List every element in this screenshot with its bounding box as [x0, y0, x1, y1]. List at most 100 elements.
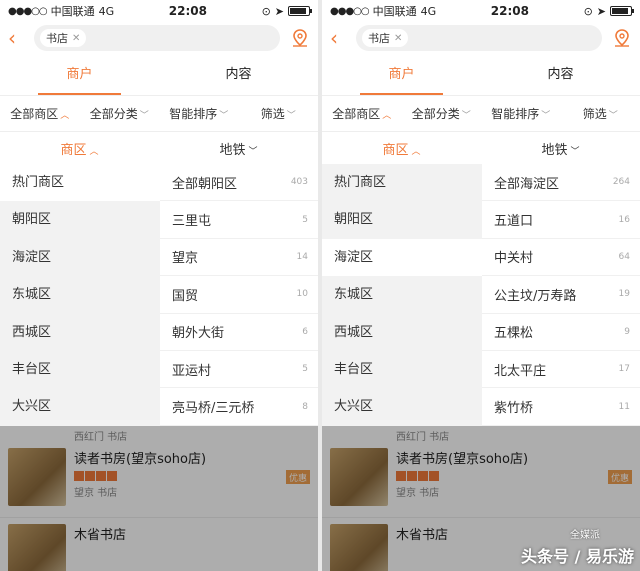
subarea-count: 403	[290, 177, 308, 188]
subarea-name: 北太平庄	[494, 363, 547, 379]
district-item[interactable]: 西城区	[0, 314, 160, 351]
subarea-item[interactable]: 国贸 10	[160, 276, 318, 314]
subarea-name: 全部朝阳区	[172, 176, 238, 192]
map-pin-icon[interactable]	[290, 28, 310, 48]
subarea-name: 紫竹桥	[494, 401, 534, 417]
subarea-item[interactable]: 全部朝阳区 403	[160, 164, 318, 202]
subarea-count: 5	[302, 364, 308, 375]
district-item[interactable]: 热门商区	[0, 164, 160, 202]
clear-icon[interactable]: ✕	[394, 33, 402, 44]
district-item[interactable]: 朝阳区	[0, 201, 160, 238]
subarea-item[interactable]: 北太平庄 17	[482, 351, 640, 389]
subarea-count: 6	[302, 326, 308, 337]
search-input[interactable]: 书店 ✕	[356, 25, 602, 51]
filter-category-label: 全部分类	[411, 107, 460, 121]
chevron-up-icon: ︿	[89, 146, 99, 157]
tab-content[interactable]: 内容	[481, 58, 640, 95]
map-pin-icon[interactable]	[612, 28, 632, 48]
tab-content[interactable]: 内容	[159, 58, 318, 95]
network: 4G	[98, 4, 115, 18]
chevron-down-icon: ﹀	[139, 111, 149, 121]
district-item[interactable]: 海淀区	[0, 239, 160, 276]
subtab-subway-label: 地铁	[541, 142, 568, 158]
subarea-item[interactable]: 五道口 16	[482, 201, 640, 239]
subarea-item[interactable]: 五棵松 9	[482, 314, 640, 351]
subtab-subway[interactable]: 地铁 ﹀	[159, 139, 318, 158]
subarea-item[interactable]: 望京 14	[160, 239, 318, 277]
filter-category[interactable]: 全部分类 ﹀	[402, 105, 482, 122]
filter-screen[interactable]: 筛选 ﹀	[561, 105, 640, 122]
subtab-district[interactable]: 商区 ︿	[322, 139, 481, 158]
search-keyword-chip[interactable]: 书店 ✕	[362, 29, 409, 47]
battery-icon	[288, 6, 312, 16]
subarea-name: 公主坟/万寿路	[494, 288, 577, 304]
filter-category-label: 全部分类	[89, 107, 138, 121]
tab-merchants[interactable]: 商户	[0, 58, 159, 95]
filter-sort-label: 智能排序	[491, 107, 540, 121]
dim-overlay[interactable]	[0, 426, 318, 571]
district-item[interactable]: 丰台区	[0, 351, 160, 388]
area-dropdown: 热门商区 朝阳区 海淀区 东城区 西城区 丰台区 大兴区 全部朝阳区 403 三里屯 5 望京 14 国…	[0, 164, 318, 426]
district-item[interactable]: 热门商区	[322, 164, 482, 201]
filter-sort[interactable]: 智能排序 ﹀	[481, 105, 561, 122]
subarea-name: 国贸	[172, 288, 199, 304]
subtab-subway[interactable]: 地铁 ﹀	[481, 139, 640, 158]
area-subtabs: 商区 ︿ 地铁 ﹀	[0, 132, 318, 164]
chevron-up-icon: ︿	[411, 146, 421, 157]
subarea-item[interactable]: 公主坟/万寿路 19	[482, 276, 640, 314]
filter-screen-label: 筛选	[582, 107, 607, 121]
subtab-subway-label: 地铁	[219, 142, 246, 158]
filter-area-label: 全部商区	[10, 107, 59, 121]
district-item[interactable]: 丰台区	[322, 351, 482, 388]
subarea-count: 16	[618, 214, 630, 225]
subarea-name: 三里屯	[172, 214, 212, 230]
phone-screen-2: ●●●○○ 中国联通 4G 22:08 ⊙ ➤ ‹ 书店 ✕ 商户 内容 全部商…	[322, 0, 640, 571]
search-keyword-chip[interactable]: 书店 ✕	[40, 29, 87, 47]
subarea-name: 五道口	[494, 214, 534, 230]
back-arrow-icon[interactable]: ‹	[330, 28, 346, 48]
filter-area[interactable]: 全部商区 ︿	[0, 105, 80, 122]
district-item[interactable]: 朝阳区	[322, 201, 482, 238]
chevron-down-icon: ﹀	[570, 146, 580, 157]
subtab-district[interactable]: 商区 ︿	[0, 139, 159, 158]
district-item[interactable]: 大兴区	[322, 388, 482, 425]
subarea-item[interactable]: 紫竹桥 11	[482, 388, 640, 426]
filter-category[interactable]: 全部分类 ﹀	[80, 105, 160, 122]
clear-icon[interactable]: ✕	[72, 33, 80, 44]
subtab-district-label: 商区	[60, 142, 87, 158]
filter-sort[interactable]: 智能排序 ﹀	[159, 105, 239, 122]
district-item[interactable]: 海淀区	[322, 238, 482, 277]
subarea-item[interactable]: 三里屯 5	[160, 201, 318, 239]
filter-screen[interactable]: 筛选 ﹀	[239, 105, 319, 122]
district-item[interactable]: 西城区	[322, 314, 482, 351]
carrier: 中国联通	[50, 5, 95, 18]
subarea-item[interactable]: 亮马桥/三元桥 8	[160, 388, 318, 426]
subarea-count: 19	[618, 289, 630, 300]
search-input[interactable]: 书店 ✕	[34, 25, 280, 51]
subarea-list: 全部海淀区 264 五道口 16 中关村 64 公主坟/万寿路 19 五棵松 9 北太平庄 17 紫竹桥…	[482, 164, 640, 426]
filter-area[interactable]: 全部商区 ︿	[322, 105, 402, 122]
status-bar: ●●●○○ 中国联通 4G 22:08 ⊙ ➤	[322, 0, 640, 22]
search-header: ‹ 书店 ✕	[322, 22, 640, 54]
district-item[interactable]: 东城区	[0, 276, 160, 313]
subarea-name: 亚运村	[172, 363, 212, 379]
location-arrow-icon: ➤	[274, 4, 284, 18]
subarea-name: 五棵松	[494, 326, 534, 342]
subarea-count: 17	[618, 364, 630, 375]
lock-rotation-icon: ⊙	[583, 4, 593, 18]
subarea-item[interactable]: 朝外大街 6	[160, 314, 318, 351]
subarea-count: 9	[624, 326, 630, 337]
district-item[interactable]: 大兴区	[0, 388, 160, 425]
subarea-count: 264	[612, 177, 630, 188]
district-item[interactable]: 东城区	[322, 276, 482, 313]
tab-merchants[interactable]: 商户	[322, 58, 481, 95]
carrier: 中国联通	[372, 5, 417, 18]
chevron-down-icon: ﹀	[608, 111, 618, 121]
subarea-item[interactable]: 亚运村 5	[160, 351, 318, 389]
subarea-item[interactable]: 中关村 64	[482, 239, 640, 277]
back-arrow-icon[interactable]: ‹	[8, 28, 24, 48]
subarea-count: 8	[302, 401, 308, 412]
content-tabs: 商户 内容	[0, 58, 318, 96]
subarea-item[interactable]: 全部海淀区 264	[482, 164, 640, 202]
filter-bar: 全部商区 ︿ 全部分类 ﹀ 智能排序 ﹀ 筛选 ﹀	[322, 96, 640, 132]
